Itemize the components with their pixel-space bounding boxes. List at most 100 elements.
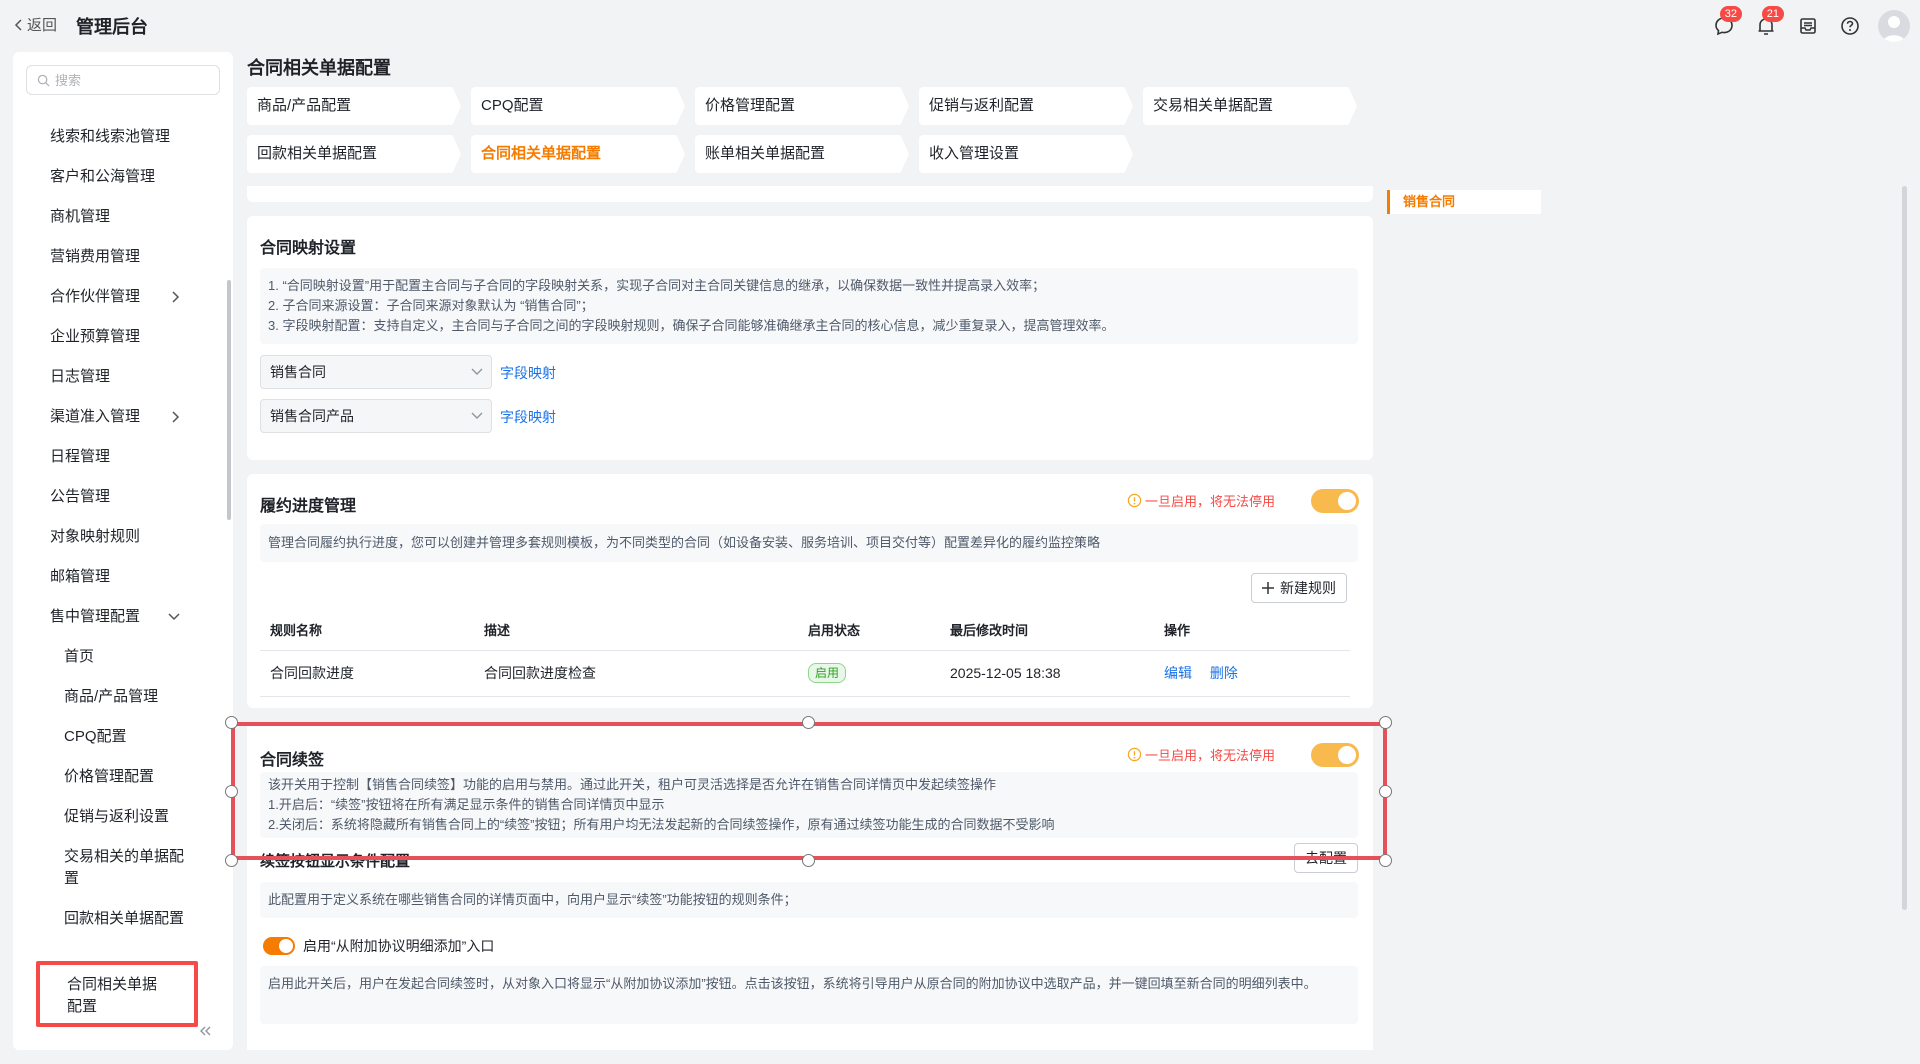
tab-payments[interactable]: 回款相关单据配置: [247, 135, 461, 173]
resize-handle-right[interactable]: [1379, 785, 1392, 798]
tab-label: 收入管理设置: [929, 145, 1020, 162]
field-mapping-link[interactable]: 字段映射: [500, 407, 556, 427]
column-header: 规则名称: [260, 610, 474, 651]
resize-handle-bottom-right[interactable]: [1379, 854, 1392, 867]
collapse-sidebar-button[interactable]: [198, 1024, 212, 1041]
tab-promotions[interactable]: 促销与返利配置: [919, 87, 1133, 125]
delete-button[interactable]: 删除: [1210, 665, 1238, 681]
sidebar-item-announcements[interactable]: 公告管理: [13, 477, 223, 517]
tab-contracts[interactable]: 合同相关单据配置: [471, 135, 685, 173]
sidebar-item-label: 邮箱管理: [50, 568, 111, 585]
edit-button[interactable]: 编辑: [1164, 665, 1192, 681]
sidebar-item-opportunities[interactable]: 商机管理: [13, 197, 223, 237]
warning-text: 一旦启用，将无法停用: [1145, 494, 1276, 509]
sidebar-item-budget[interactable]: 企业预算管理: [13, 317, 223, 357]
sidebar-item-mailbox[interactable]: 邮箱管理: [13, 557, 223, 597]
anchor-sales-contract[interactable]: 销售合同: [1387, 190, 1541, 214]
messages-button[interactable]: 32: [1706, 6, 1742, 44]
sidebar-item-label: 渠道准入管理: [50, 408, 141, 425]
sidebar-item-label: 日程管理: [50, 448, 111, 465]
tab-products[interactable]: 商品/产品配置: [247, 87, 461, 125]
contract-product-select[interactable]: 销售合同产品: [260, 399, 492, 433]
sidebar-subitem-contracts[interactable]: 合同相关单据配置: [36, 961, 198, 1027]
sidebar-subitem-cpq[interactable]: CPQ配置: [13, 717, 223, 757]
resize-handle-bottom[interactable]: [802, 854, 815, 867]
resize-handle-top-right[interactable]: [1379, 716, 1392, 729]
new-rule-button[interactable]: 新建规则: [1251, 573, 1347, 603]
top-bar: 返回 管理后台 32 21: [0, 0, 1920, 50]
avatar[interactable]: [1878, 10, 1910, 42]
sidebar-item-partners[interactable]: 合作伙伴管理: [13, 277, 223, 317]
sidebar-item-label: CPQ配置: [64, 728, 127, 745]
sidebar-item-label: 日志管理: [50, 368, 111, 385]
resize-handle-top-left[interactable]: [225, 716, 238, 729]
rule-actions: 编辑 删除: [1154, 650, 1350, 697]
search-input[interactable]: [55, 72, 205, 88]
sidebar-item-label: 对象映射规则: [50, 528, 141, 545]
sidebar-subitem-products[interactable]: 商品/产品管理: [13, 677, 223, 717]
sidebar-item-customers[interactable]: 客户和公海管理: [13, 157, 223, 197]
sidebar-item-label: 合作伙伴管理: [50, 288, 141, 305]
resize-handle-top[interactable]: [802, 716, 815, 729]
fulfillment-toggle[interactable]: [1311, 489, 1359, 513]
back-button[interactable]: 返回: [14, 14, 57, 35]
sidebar-item-in-sale-config[interactable]: 售中管理配置: [13, 597, 223, 637]
tab-revenue[interactable]: 收入管理设置: [919, 135, 1133, 173]
notifications-button[interactable]: 21: [1748, 6, 1784, 44]
contract-mapping-desc: 1. “合同映射设置”用于配置主合同与子合同的字段映射关系，实现子合同对主合同关…: [260, 268, 1358, 344]
main-scrollbar[interactable]: [1902, 186, 1907, 910]
resize-handle-left[interactable]: [225, 785, 238, 798]
rule-status-cell: 启用: [798, 650, 940, 697]
sidebar-subitem-home[interactable]: 首页: [13, 637, 223, 677]
tab-label: CPQ配置: [481, 97, 544, 114]
sidebar-item-logs[interactable]: 日志管理: [13, 357, 223, 397]
help-button[interactable]: [1832, 8, 1868, 44]
sidebar-item-label: 线索和线索池管理: [50, 128, 171, 145]
tab-label: 回款相关单据配置: [257, 145, 378, 162]
back-label: 返回: [27, 17, 58, 34]
sidebar-item-channel-access[interactable]: 渠道准入管理: [13, 397, 223, 437]
tab-bills[interactable]: 账单相关单据配置: [695, 135, 909, 173]
fulfillment-desc: 管理合同履约执行进度，您可以创建并管理多套规则模板，为不同类型的合同（如设备安装…: [260, 524, 1358, 562]
sidebar: 线索和线索池管理 客户和公海管理 商机管理 营销费用管理 合作伙伴管理 企业预算…: [13, 52, 233, 1050]
chevron-left-icon: [14, 18, 22, 31]
inbox-button[interactable]: [1790, 8, 1826, 44]
tab-cpq[interactable]: CPQ配置: [471, 87, 685, 125]
sidebar-item-object-mapping[interactable]: 对象映射规则: [13, 517, 223, 557]
sidebar-scrollbar[interactable]: [227, 280, 231, 520]
tab-transactions[interactable]: 交易相关单据配置: [1143, 87, 1357, 125]
renewal-condition-desc: 此配置用于定义系统在哪些销售合同的详情页面中，向用户显示“续签”功能按钮的规则条…: [260, 882, 1358, 918]
status-badge: 启用: [808, 663, 847, 683]
search-box[interactable]: [26, 65, 220, 95]
sidebar-item-schedule[interactable]: 日程管理: [13, 437, 223, 477]
resize-handle-bottom-left[interactable]: [225, 854, 238, 867]
contract-source-select[interactable]: 销售合同: [260, 355, 492, 389]
search-icon: [37, 74, 50, 87]
addon-desc: 启用此开关后，用户在发起合同续签时，从对象入口将显示“从附加协议添加”按钮。点击…: [260, 966, 1358, 1024]
sidebar-item-label: 交易相关的单据配置: [64, 848, 185, 887]
sidebar-subitem-transactions[interactable]: 交易相关的单据配置: [13, 837, 223, 899]
field-mapping-link[interactable]: 字段映射: [500, 363, 556, 383]
sidebar-item-label: 首页: [64, 648, 95, 665]
app-title: 管理后台: [76, 17, 148, 37]
sidebar-item-label: 回款相关单据配置: [64, 910, 185, 927]
sidebar-item-label: 促销与返利设置: [64, 808, 170, 825]
page-title: 合同相关单据配置: [247, 58, 391, 78]
chevron-down-icon: [168, 613, 180, 621]
table-row: 合同回款进度 合同回款进度检查 启用 2025-12-05 18:38 编辑 删…: [260, 650, 1350, 697]
column-header: 描述: [474, 610, 798, 651]
tab-pricing[interactable]: 价格管理配置: [695, 87, 909, 125]
tab-label: 价格管理配置: [705, 97, 796, 114]
sidebar-menu: 线索和线索池管理 客户和公海管理 商机管理 营销费用管理 合作伙伴管理 企业预算…: [13, 117, 223, 1027]
rules-table: 规则名称 描述 启用状态 最后修改时间 操作 合同回款进度 合同回款进度检查 启…: [260, 610, 1350, 697]
addon-entry-toggle[interactable]: [263, 937, 295, 955]
sidebar-subitem-promotions[interactable]: 促销与返利设置: [13, 797, 223, 837]
sidebar-item-label: 价格管理配置: [64, 768, 155, 785]
sidebar-subitem-payments[interactable]: 回款相关单据配置: [13, 899, 223, 961]
sidebar-subitem-pricing[interactable]: 价格管理配置: [13, 757, 223, 797]
desc-line: 3. 字段映射配置：支持自定义，主合同与子合同之间的字段映射规则，确保子合同能够…: [268, 318, 1115, 333]
select-value: 销售合同产品: [270, 408, 354, 424]
tab-label: 合同相关单据配置: [481, 145, 602, 162]
sidebar-item-marketing-costs[interactable]: 营销费用管理: [13, 237, 223, 277]
sidebar-item-leads[interactable]: 线索和线索池管理: [13, 117, 223, 157]
